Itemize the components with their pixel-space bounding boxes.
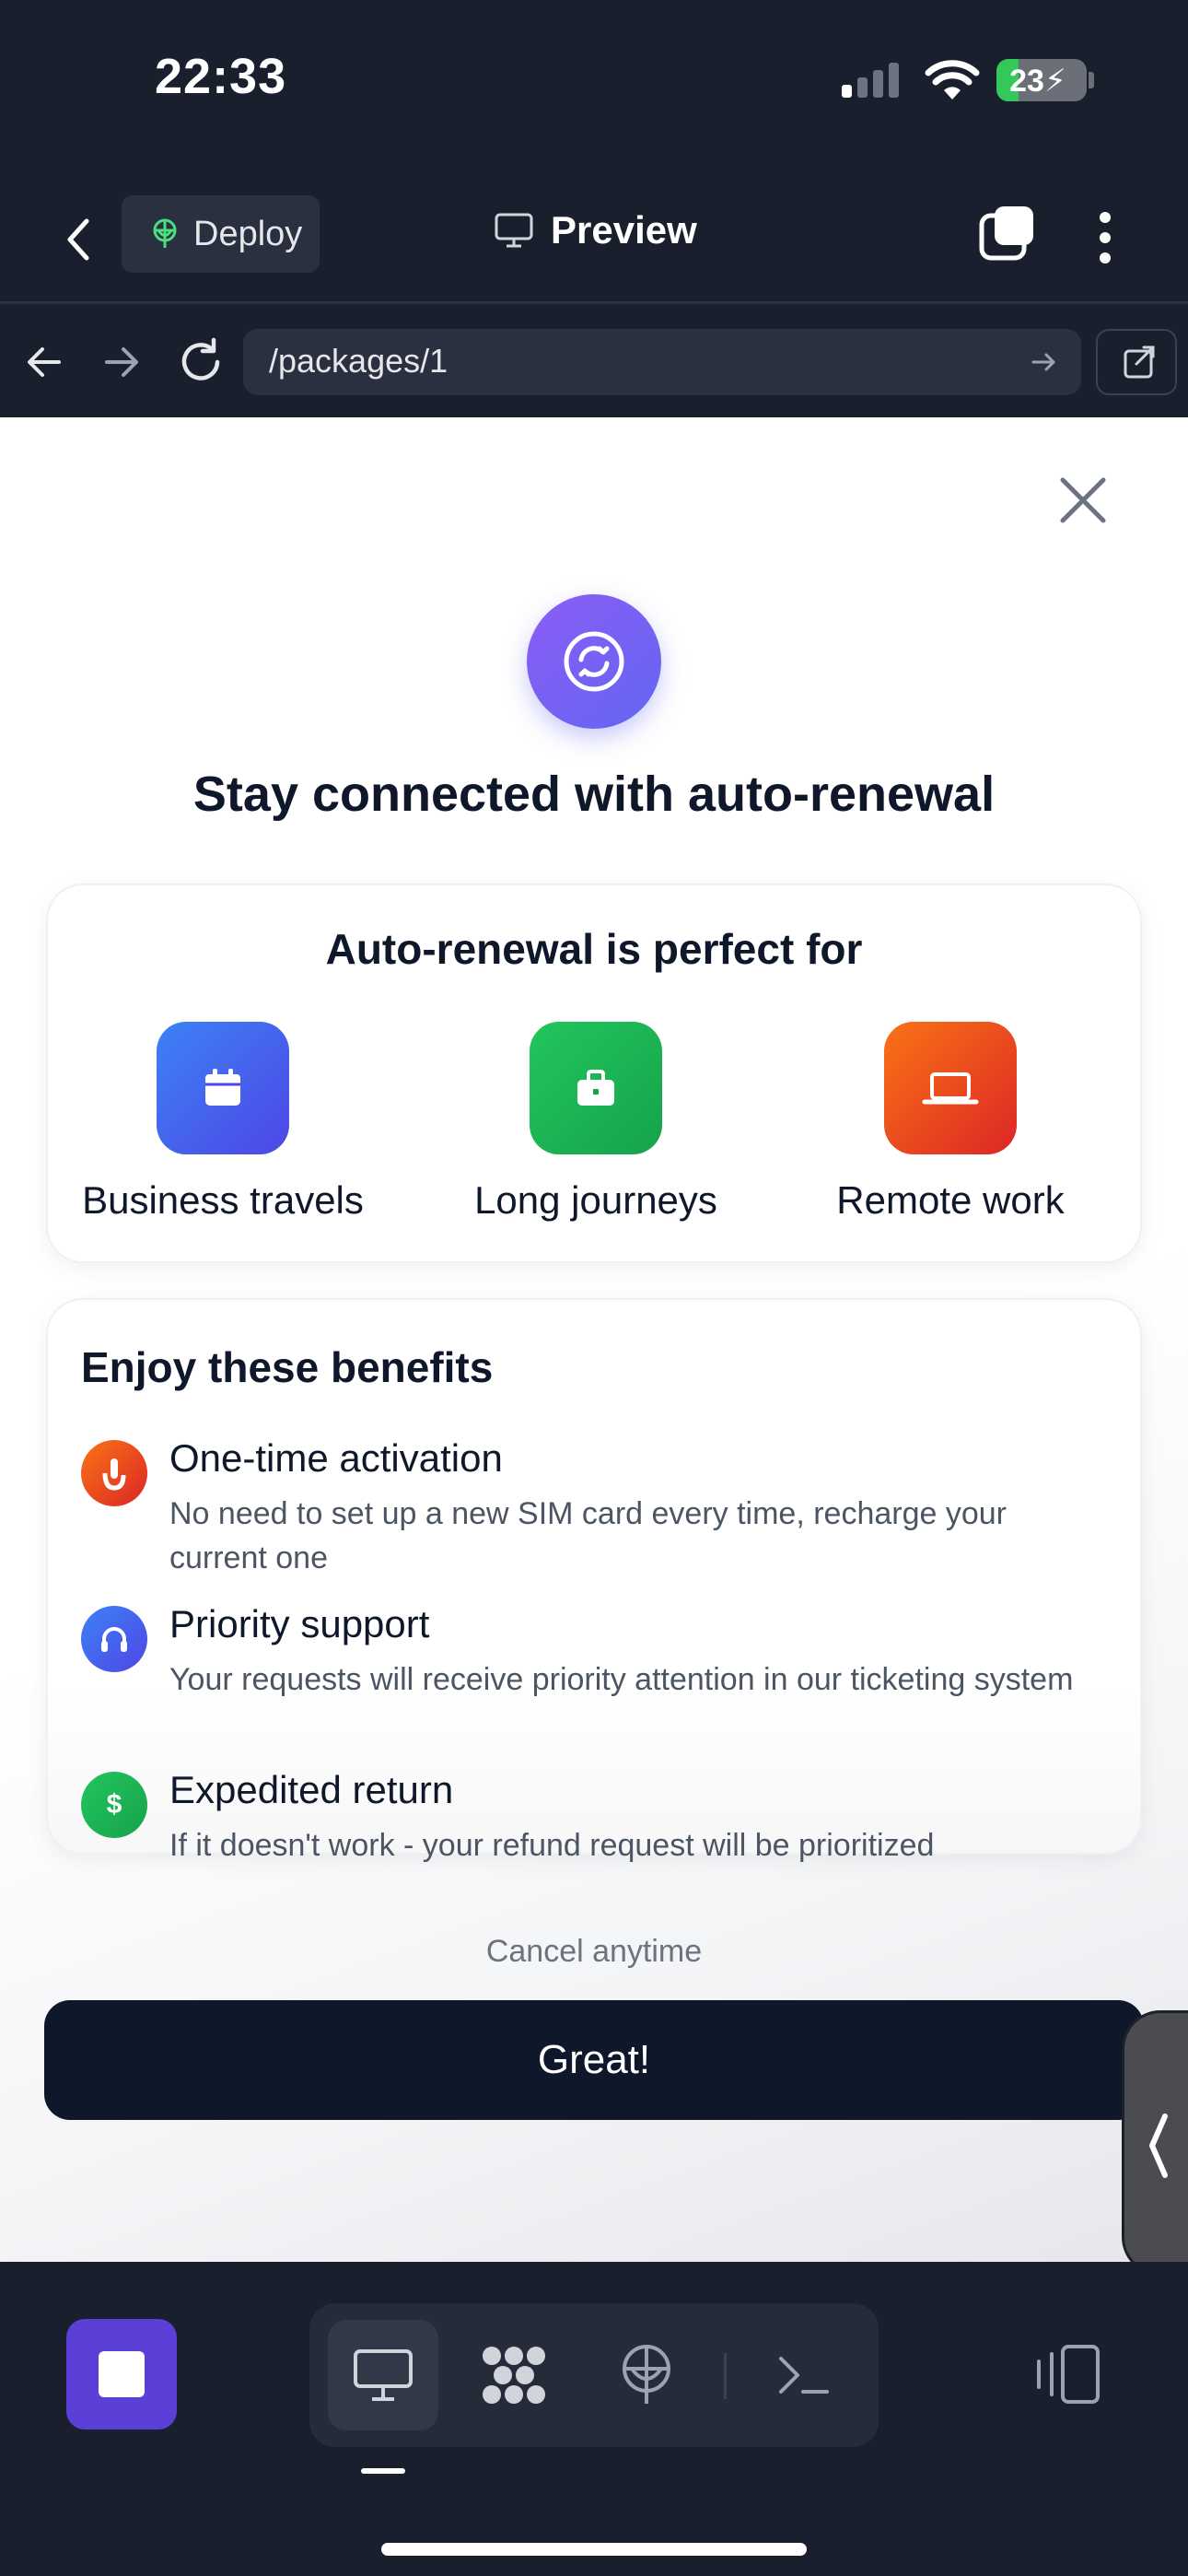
auto-renewal-dialog: Stay connected with auto-renewal Auto-re… bbox=[0, 417, 1188, 2262]
headphones-icon bbox=[81, 1606, 147, 1672]
deploy-icon bbox=[623, 2345, 670, 2404]
benefit-title: Priority support bbox=[169, 1602, 430, 1645]
side-drawer-handle[interactable] bbox=[1122, 2010, 1188, 2276]
great-button[interactable]: Great! bbox=[44, 2000, 1144, 2120]
deploy-label: Deploy bbox=[193, 214, 303, 253]
monitor-icon bbox=[495, 213, 533, 248]
terminal-tool-button[interactable] bbox=[748, 2320, 858, 2430]
benefit-description: No need to set up a new SIM card every t… bbox=[169, 1496, 1007, 1575]
wifi-icon bbox=[925, 60, 980, 100]
dollar-icon: $ bbox=[81, 1772, 147, 1838]
cellular-signal-icon bbox=[842, 61, 899, 98]
go-arrow-icon[interactable] bbox=[1030, 347, 1059, 377]
laptop-icon bbox=[884, 1022, 1017, 1154]
url-input[interactable]: /packages/1 bbox=[243, 329, 1081, 395]
benefit-description: Your requests will receive priority atte… bbox=[169, 1662, 1074, 1697]
use-case-long-journeys: Long journeys bbox=[421, 1022, 771, 1223]
benefits-title: Enjoy these benefits bbox=[81, 1343, 494, 1391]
desktop-tool-button[interactable] bbox=[328, 2320, 438, 2430]
perfect-for-title: Auto-renewal is perfect for bbox=[325, 925, 863, 973]
use-case-remote-work: Remote work bbox=[775, 1022, 1125, 1223]
benefit-title: Expedited return bbox=[169, 1768, 454, 1811]
deploy-tool-button[interactable] bbox=[591, 2320, 702, 2430]
deploy-button[interactable]: Deploy bbox=[122, 195, 320, 273]
apps-icon bbox=[483, 2347, 545, 2404]
battery-icon: 23⚡ bbox=[996, 59, 1087, 101]
active-tool-indicator bbox=[361, 2468, 405, 2474]
cancel-anytime-note: Cancel anytime bbox=[485, 1934, 703, 1969]
browser-forward-icon[interactable] bbox=[99, 340, 144, 384]
battery-level: 23 bbox=[1009, 64, 1044, 99]
status-time: 22:33 bbox=[155, 49, 287, 104]
status-bar: 22:33 23⚡ bbox=[0, 0, 1188, 175]
browser-back-icon[interactable] bbox=[22, 340, 66, 384]
apps-tool-button[interactable] bbox=[459, 2320, 569, 2430]
tap-icon bbox=[81, 1440, 147, 1506]
more-options-icon[interactable] bbox=[1087, 208, 1124, 267]
browser-nav-bar: /packages/1 bbox=[0, 307, 1188, 417]
device-toggle-icon[interactable] bbox=[1030, 2343, 1103, 2406]
benefits-card: Enjoy these benefits One-time activation… bbox=[46, 1298, 1142, 1863]
briefcase-icon bbox=[530, 1022, 662, 1154]
use-case-business-travels: Business travels bbox=[48, 1022, 398, 1223]
use-case-label: Business travels bbox=[82, 1178, 364, 1222]
preview-label: Preview bbox=[551, 208, 697, 252]
use-case-label: Remote work bbox=[836, 1178, 1065, 1222]
bottom-toolbar bbox=[0, 2262, 1188, 2576]
perfect-for-card: Auto-renewal is perfect for Business tra… bbox=[46, 884, 1142, 1263]
chevron-left-icon bbox=[1149, 2113, 1168, 2178]
reload-icon[interactable] bbox=[175, 336, 227, 388]
benefit-title: One-time activation bbox=[169, 1436, 503, 1480]
preview-title: Preview bbox=[494, 208, 697, 252]
close-icon[interactable] bbox=[1055, 473, 1111, 528]
stop-button[interactable] bbox=[66, 2319, 177, 2430]
open-external-button[interactable] bbox=[1096, 329, 1177, 395]
url-text: /packages/1 bbox=[269, 342, 448, 380]
renewal-icon bbox=[527, 594, 661, 729]
tabs-icon[interactable] bbox=[978, 203, 1037, 262]
deploy-icon bbox=[153, 218, 177, 248]
benefit-description: If it doesn't work - your refund request… bbox=[169, 1828, 935, 1863]
app-header: Deploy Preview bbox=[0, 175, 1188, 304]
home-indicator bbox=[381, 2543, 807, 2556]
tool-group bbox=[309, 2303, 879, 2447]
tool-divider bbox=[724, 2353, 727, 2399]
desktop-icon bbox=[354, 2349, 413, 2401]
terminal-icon bbox=[779, 2357, 829, 2394]
battery-tip bbox=[1089, 72, 1094, 88]
calendar-icon bbox=[157, 1022, 289, 1154]
stop-icon bbox=[99, 2351, 145, 2397]
use-case-label: Long journeys bbox=[474, 1178, 717, 1222]
external-link-icon bbox=[1124, 345, 1155, 379]
back-chevron-icon[interactable] bbox=[57, 212, 101, 267]
charging-bolt-icon: ⚡ bbox=[1043, 64, 1066, 99]
dialog-title: Stay connected with auto-renewal bbox=[192, 767, 996, 822]
